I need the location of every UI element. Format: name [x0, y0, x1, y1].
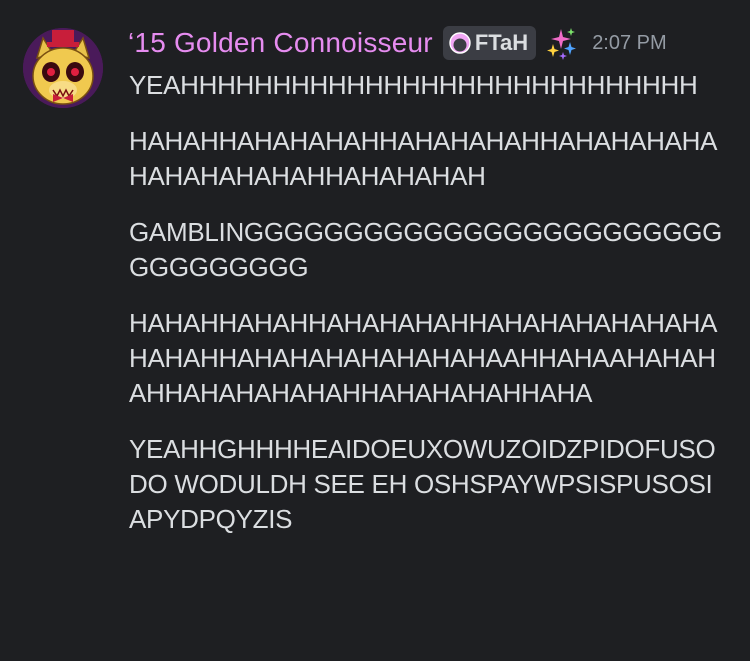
message-header: ‘15 Golden Connoisseur FTaH 2:07 PM [128, 22, 667, 64]
message-paragraph: YEAHHHHHHHHHHHHHHHHHHHHHHHHHHHH [129, 70, 698, 100]
message-paragraph: GAMBLINGGGGGGGGGGGGGGGGGGGGGGGGGGGGGGGGG [129, 217, 723, 282]
golden-freddy-avatar-icon [23, 28, 103, 108]
message-content: YEAHHHHHHHHHHHHHHHHHHHHHHHHHHHH HAHAHHAH… [129, 68, 729, 558]
username[interactable]: ‘15 Golden Connoisseur [128, 27, 433, 59]
guild-tag[interactable]: FTaH [442, 26, 537, 60]
message-paragraph: HAHAHHAHAHHAHAHAHAHHAHAHAHAHAHAHAHAHAHHA… [129, 308, 718, 408]
message-paragraph: HAHAHHAHAHAHAHHAHAHAHAHHAHAHAHAHAHAHAHAH… [129, 126, 718, 191]
guild-tag-label: FTaH [474, 30, 529, 55]
guild-tag-crescent-icon [449, 32, 471, 54]
user-avatar[interactable] [23, 28, 103, 108]
message-timestamp[interactable]: 2:07 PM [592, 32, 666, 55]
chat-message: ‘15 Golden Connoisseur FTaH 2:07 PM YEAH… [0, 0, 750, 661]
sparkle-stars-icon[interactable] [544, 26, 578, 60]
message-paragraph: YEAHHGHHHHEAIDOEUXOWUZOIDZPIDOFUSO DO WO… [129, 434, 716, 534]
